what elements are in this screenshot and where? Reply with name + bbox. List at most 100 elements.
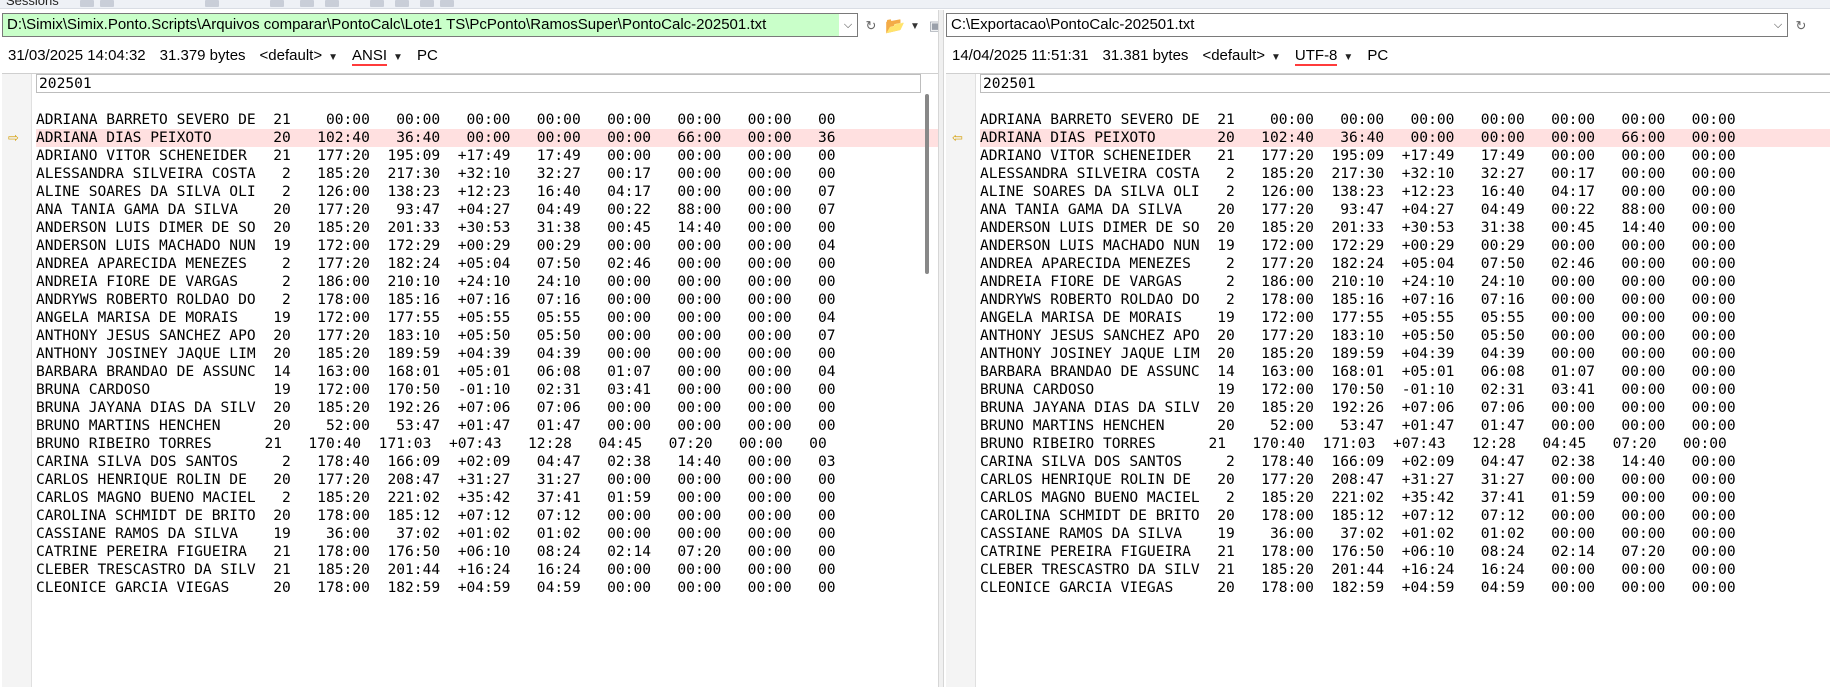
chevron-down-icon[interactable]: ⌵ — [1769, 14, 1787, 36]
text-line: ANDRYWS ROBERTO ROLDAO DO 2 178:00 185:1… — [980, 291, 1736, 308]
text-line: ADRIANA DIAS PEIXOTO 20 102:40 36:40 00:… — [36, 129, 943, 147]
right-text-lines[interactable]: 202501 ADRIANA BARRETO SEVERO DE 21 00:0… — [980, 74, 1830, 687]
text-line: CAROLINA SCHMIDT DE BRITO 20 178:00 185:… — [36, 507, 836, 524]
left-timestamp: 31/03/2025 14:04:32 — [8, 47, 146, 64]
right-editor[interactable]: ⇦ 202501 ADRIANA BARRETO SEVERO DE 21 00… — [946, 73, 1830, 687]
left-editor[interactable]: ⇨ 202501 ADRIANA BARRETO SEVERO DE 21 00… — [2, 73, 943, 687]
toolbar-icon[interactable] — [325, 0, 339, 7]
chevron-down-icon[interactable]: ⌵ — [839, 14, 857, 36]
toolbar-icon[interactable] — [370, 0, 384, 7]
text-line: ANDERSON LUIS MACHADO NUN 19 172:00 172:… — [980, 237, 1736, 254]
text-line: CLEONICE GARCIA VIEGAS 20 178:00 182:59 … — [980, 579, 1736, 596]
text-line: BRUNA JAYANA DIAS DA SILV 20 185:20 192:… — [36, 399, 836, 416]
text-line: CARLOS HENRIQUE ROLIN DE 20 177:20 208:4… — [980, 471, 1736, 488]
text-line: BRUNO RIBEIRO TORRES 21 170:40 171:03 +0… — [36, 435, 827, 452]
right-path-tools: ↻ — [1792, 15, 1810, 37]
toolbar-icon[interactable] — [395, 0, 409, 7]
right-encoding: UTF-8 — [1294, 47, 1338, 66]
text-line: CARLOS HENRIQUE ROLIN DE 20 177:20 208:4… — [36, 471, 836, 488]
text-line: BRUNA JAYANA DIAS DA SILV 20 185:20 192:… — [980, 399, 1736, 416]
left-path-field[interactable]: D:\Simix\Simix.Ponto.Scripts\Arquivos co… — [2, 13, 858, 37]
text-line: ADRIANA BARRETO SEVERO DE 21 00:00 00:00… — [36, 111, 836, 128]
text-line: ADRIANO VITOR SCHENEIDER 21 177:20 195:0… — [980, 147, 1736, 164]
toolbar-strip: Sessions — [0, 0, 1830, 9]
text-line: ALINE SOARES DA SILVA OLI 2 126:00 138:2… — [36, 183, 836, 200]
left-line-ending[interactable]: PC — [417, 46, 438, 66]
right-encoding-select[interactable]: UTF-8 ▼ — [1294, 46, 1353, 66]
text-line: CARINA SILVA DOS SANTOS 2 178:40 166:09 … — [36, 453, 836, 470]
text-line: BRUNO MARTINS HENCHEN 20 52:00 53:47 +01… — [980, 417, 1736, 434]
text-line: ANDREIA FIORE DE VARGAS 2 186:00 210:10 … — [36, 273, 836, 290]
text-line: CASSIANE RAMOS DA SILVA 19 36:00 37:02 +… — [980, 525, 1736, 542]
vertical-scrollbar[interactable] — [925, 94, 929, 274]
text-line: CLEBER TRESCASTRO DA SILV 21 185:20 201:… — [36, 561, 836, 578]
left-path-text: D:\Simix\Simix.Ponto.Scripts\Arquivos co… — [7, 16, 767, 33]
right-path-text: C:\Exportacao\PontoCalc-202501.txt — [951, 16, 1195, 33]
refresh-icon[interactable]: ↻ — [862, 17, 880, 35]
text-line: ANDERSON LUIS DIMER DE SO 20 185:20 201:… — [980, 219, 1736, 236]
text-line: ANDREA APARECIDA MENEZES 2 177:20 182:24… — [980, 255, 1736, 272]
text-line: BRUNO MARTINS HENCHEN 20 52:00 53:47 +01… — [36, 417, 836, 434]
text-line: ANDERSON LUIS DIMER DE SO 20 185:20 201:… — [36, 219, 836, 236]
toolbar-icon[interactable] — [100, 0, 114, 7]
text-line: ALESSANDRA SILVEIRA COSTA 2 185:20 217:3… — [980, 165, 1736, 182]
toolbar-icon[interactable] — [440, 0, 454, 7]
toolbar-icon[interactable] — [80, 0, 94, 7]
left-file-info: 31/03/2025 14:04:32 31.379 bytes <defaul… — [8, 46, 438, 66]
left-size: 31.379 bytes — [159, 47, 246, 64]
text-line: ALESSANDRA SILVEIRA COSTA 2 185:20 217:3… — [36, 165, 836, 182]
right-line-ending[interactable]: PC — [1367, 46, 1388, 66]
refresh-icon[interactable]: ↻ — [1792, 17, 1810, 35]
right-path-field[interactable]: C:\Exportacao\PontoCalc-202501.txt ⌵ — [946, 13, 1788, 37]
right-profile-select[interactable]: <default> ▼ — [1202, 46, 1280, 66]
text-line — [980, 93, 1830, 111]
text-line: CLEBER TRESCASTRO DA SILV 21 185:20 201:… — [980, 561, 1736, 578]
text-line: BRUNA CARDOSO 19 172:00 170:50 -01:10 02… — [980, 381, 1736, 398]
left-profile-select[interactable]: <default> ▼ — [260, 46, 338, 66]
text-line: BRUNO RIBEIRO TORRES 21 170:40 171:03 +0… — [980, 435, 1727, 452]
text-line: CLEONICE GARCIA VIEGAS 20 178:00 182:59 … — [36, 579, 836, 596]
text-line: ANDERSON LUIS MACHADO NUN 19 172:00 172:… — [36, 237, 836, 254]
caret-down-icon[interactable]: ▼ — [910, 17, 920, 35]
right-size: 31.381 bytes — [1102, 47, 1189, 64]
folder-open-icon[interactable]: 📂 — [885, 17, 905, 35]
right-gutter: ⇦ — [946, 74, 976, 687]
text-line: ALINE SOARES DA SILVA OLI 2 126:00 138:2… — [980, 183, 1736, 200]
left-gutter: ⇨ — [2, 74, 32, 687]
arrow-right-icon[interactable]: ⇨ — [8, 129, 26, 147]
text-line: ANDRYWS ROBERTO ROLDAO DO 2 178:00 185:1… — [36, 291, 836, 308]
caret-down-icon: ▼ — [328, 52, 339, 63]
text-line: ANA TANIA GAMA DA SILVA 20 177:20 93:47 … — [980, 201, 1736, 218]
text-line: ANTHONY JESUS SANCHEZ APO 20 177:20 183:… — [980, 327, 1736, 344]
text-line: CASSIANE RAMOS DA SILVA 19 36:00 37:02 +… — [36, 525, 836, 542]
text-line: CARINA SILVA DOS SANTOS 2 178:40 166:09 … — [980, 453, 1736, 470]
text-line: CARLOS MAGNO BUENO MACIEL 2 185:20 221:0… — [980, 489, 1736, 506]
sessions-menu[interactable]: Sessions — [6, 0, 59, 8]
left-path-tools: ↻ 📂 ▼ ▣ — [862, 15, 944, 37]
left-text-lines[interactable]: 202501 ADRIANA BARRETO SEVERO DE 21 00:0… — [36, 74, 943, 687]
text-line — [36, 93, 943, 111]
text-line: ANDREA APARECIDA MENEZES 2 177:20 182:24… — [36, 255, 836, 272]
text-line: CARLOS MAGNO BUENO MACIEL 2 185:20 221:0… — [36, 489, 836, 506]
toolbar-icon[interactable] — [205, 0, 219, 7]
text-line: ADRIANO VITOR SCHENEIDER 21 177:20 195:0… — [36, 147, 836, 164]
toolbar-icon[interactable] — [270, 0, 284, 7]
text-line: ANTHONY JOSINEY JAQUE LIM 20 185:20 189:… — [980, 345, 1736, 362]
header-line: 202501 — [980, 74, 1830, 93]
text-line: ANTHONY JOSINEY JAQUE LIM 20 185:20 189:… — [36, 345, 836, 362]
text-line: BARBARA BRANDAO DE ASSUNC 14 163:00 168:… — [980, 363, 1736, 380]
left-encoding-select[interactable]: ANSI ▼ — [352, 46, 403, 66]
left-encoding: ANSI — [352, 47, 388, 66]
toolbar-icon[interactable] — [420, 0, 434, 7]
right-timestamp: 14/04/2025 11:51:31 — [952, 47, 1089, 64]
toolbar-icon[interactable] — [300, 0, 314, 7]
arrow-left-icon[interactable]: ⇦ — [952, 129, 970, 147]
caret-down-icon: ▼ — [1271, 52, 1281, 63]
text-line: BARBARA BRANDAO DE ASSUNC 14 163:00 168:… — [36, 363, 836, 380]
right-pane: C:\Exportacao\PontoCalc-202501.txt ⌵ ↻ 1… — [944, 10, 1830, 687]
text-line: ADRIANA DIAS PEIXOTO 20 102:40 36:40 00:… — [980, 129, 1830, 147]
left-pane: D:\Simix\Simix.Ponto.Scripts\Arquivos co… — [0, 10, 943, 687]
left-profile: <default> — [259, 47, 323, 64]
right-file-info: 14/04/2025 11:51:31 31.381 bytes <defaul… — [952, 46, 1388, 66]
caret-down-icon: ▼ — [393, 52, 403, 63]
